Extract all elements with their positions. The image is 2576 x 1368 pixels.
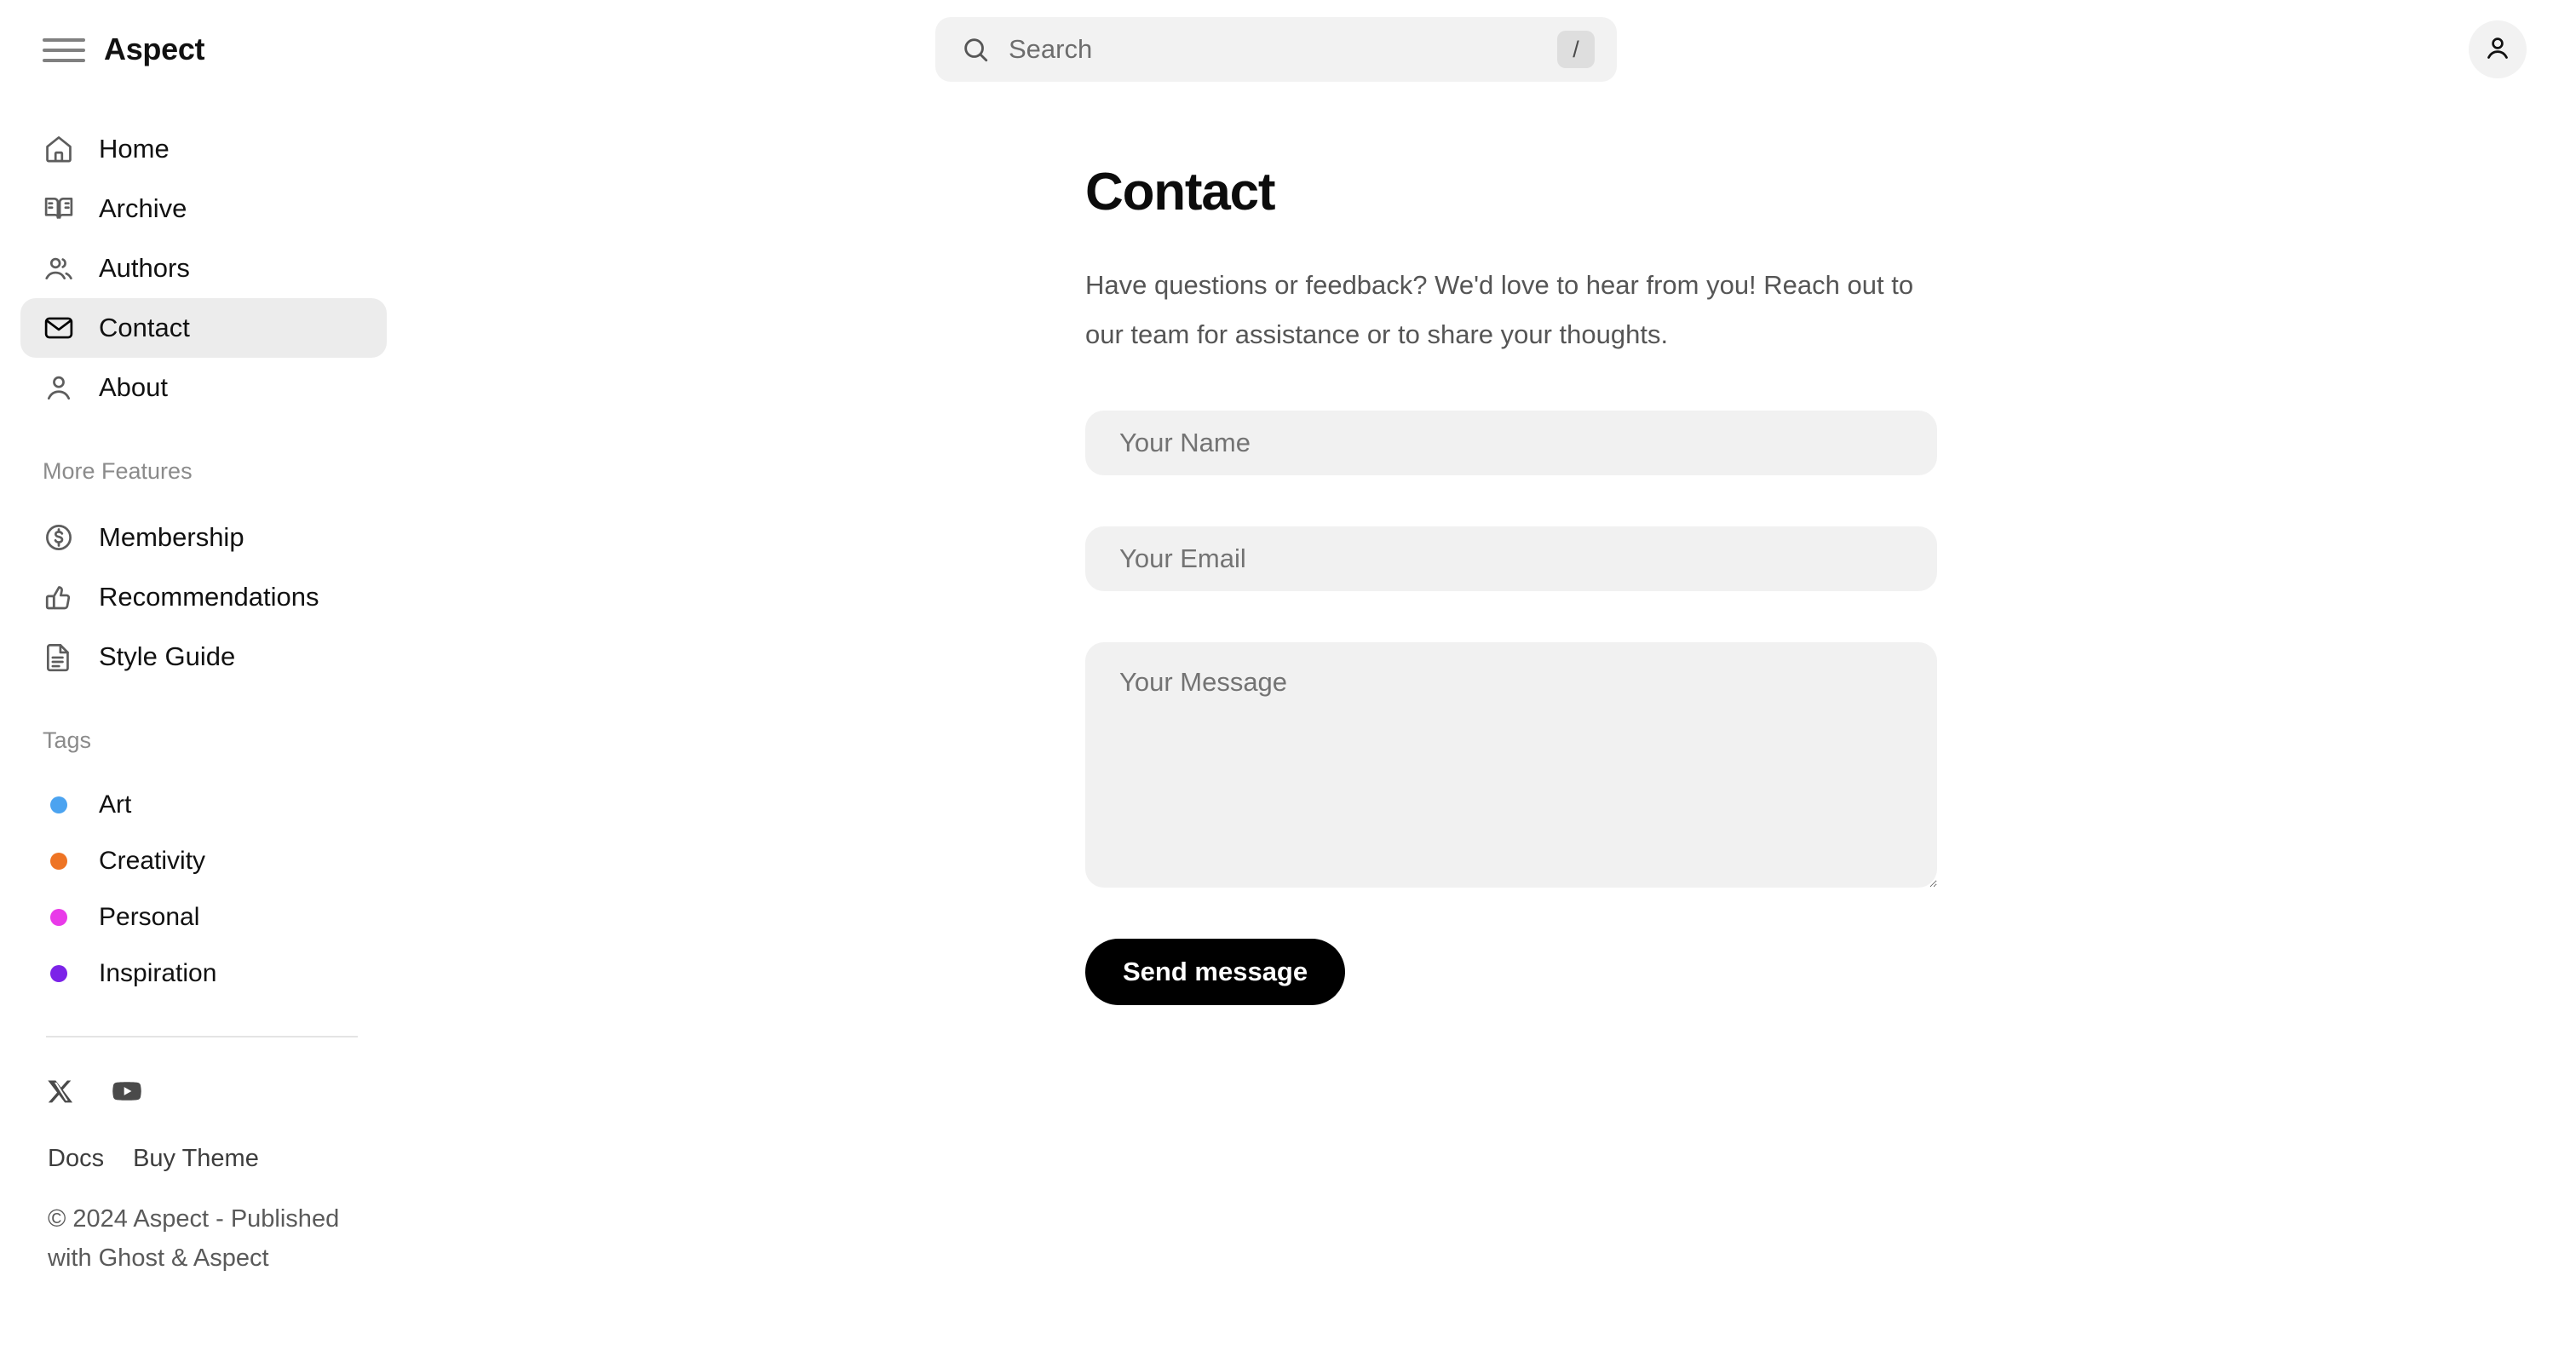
tag-label: Personal (99, 903, 200, 931)
home-icon (43, 133, 75, 165)
account-avatar-button[interactable] (2469, 20, 2527, 78)
document-icon (43, 641, 75, 673)
email-field[interactable] (1085, 526, 1937, 591)
users-icon (43, 252, 75, 285)
dollar-circle-icon (43, 521, 75, 554)
footer-link-buy-theme[interactable]: Buy Theme (133, 1143, 259, 1174)
hamburger-menu-icon[interactable] (37, 31, 90, 70)
tag-color-dot (50, 796, 67, 813)
message-field[interactable] (1085, 642, 1937, 888)
more-features-heading: More Features (43, 458, 193, 484)
contact-form: Send message (1085, 411, 1937, 1005)
sidebar-item-contact[interactable]: Contact (20, 298, 387, 358)
hamburger-bar (43, 38, 85, 42)
sidebar-item-recommendations[interactable]: Recommendations (20, 567, 387, 627)
sidebar-divider (46, 1036, 358, 1037)
tag-label: Creativity (99, 847, 206, 875)
tag-label: Art (99, 790, 132, 819)
sidebar-item-label: Contact (99, 313, 190, 342)
sidebar-item-label: About (99, 372, 169, 402)
sidebar-item-label: Membership (99, 522, 244, 552)
field-spacer (1085, 591, 1937, 642)
user-icon (2482, 33, 2513, 66)
copyright-text: © 2024 Aspect - Published with Ghost & A… (48, 1205, 340, 1272)
sidebar-tag-creativity[interactable]: Creativity (20, 833, 387, 889)
search-input[interactable]: Search / (935, 17, 1617, 82)
sidebar-item-home[interactable]: Home (20, 119, 387, 179)
thumbs-up-icon (43, 581, 75, 613)
sidebar-item-label: Home (99, 134, 170, 164)
mail-icon (43, 312, 75, 344)
hamburger-bar (43, 49, 85, 52)
sidebar-item-label: Authors (99, 253, 190, 283)
name-field[interactable] (1085, 411, 1937, 475)
x-icon[interactable] (48, 1078, 75, 1105)
user-icon (43, 371, 75, 404)
footer-link-docs[interactable]: Docs (48, 1143, 104, 1174)
main-content: Contact Have questions or feedback? We'd… (434, 99, 2576, 1368)
search-shortcut-badge: / (1557, 31, 1595, 68)
more-features-list: Membership Recommendations Style Guide (0, 508, 434, 687)
sidebar-item-membership[interactable]: Membership (20, 508, 387, 567)
sidebar-tag-personal[interactable]: Personal (20, 889, 387, 946)
top-header: Aspect Search / (0, 0, 2576, 99)
sidebar-item-archive[interactable]: Archive (20, 179, 387, 239)
social-links (48, 1075, 434, 1107)
sidebar-tag-inspiration[interactable]: Inspiration (20, 946, 387, 1002)
sidebar-tag-art[interactable]: Art (20, 777, 387, 833)
sidebar-item-label: Archive (99, 193, 187, 223)
send-message-button[interactable]: Send message (1085, 939, 1346, 1005)
book-icon (43, 193, 75, 225)
page-title: Contact (1085, 163, 1276, 221)
sidebar-item-about[interactable]: About (20, 358, 387, 417)
sidebar-item-label: Style Guide (99, 641, 236, 671)
hamburger-bar (43, 59, 85, 62)
search-placeholder: Search (1009, 34, 1093, 64)
sidebar-item-style-guide[interactable]: Style Guide (20, 627, 387, 687)
search-icon (961, 35, 990, 64)
field-spacer (1085, 475, 1937, 526)
youtube-icon[interactable] (111, 1075, 143, 1107)
brand-title[interactable]: Aspect (104, 27, 205, 72)
tags-list: Art Creativity Personal Inspiration (0, 777, 434, 1002)
tag-color-dot (50, 965, 67, 982)
footer-links: Docs Buy Theme (48, 1143, 434, 1174)
tag-label: Inspiration (99, 959, 217, 987)
tags-heading: Tags (43, 727, 92, 753)
page-description: Have questions or feedback? We'd love to… (1085, 270, 1914, 349)
sidebar: Home Archive Authors Contact About More … (0, 99, 434, 1368)
tag-color-dot (50, 853, 67, 870)
primary-nav-list: Home Archive Authors Contact About (0, 119, 434, 417)
tag-color-dot (50, 909, 67, 926)
contact-page-column: Contact Have questions or feedback? We'd… (1085, 160, 1937, 1005)
sidebar-item-label: Recommendations (99, 582, 319, 612)
sidebar-item-authors[interactable]: Authors (20, 239, 387, 298)
